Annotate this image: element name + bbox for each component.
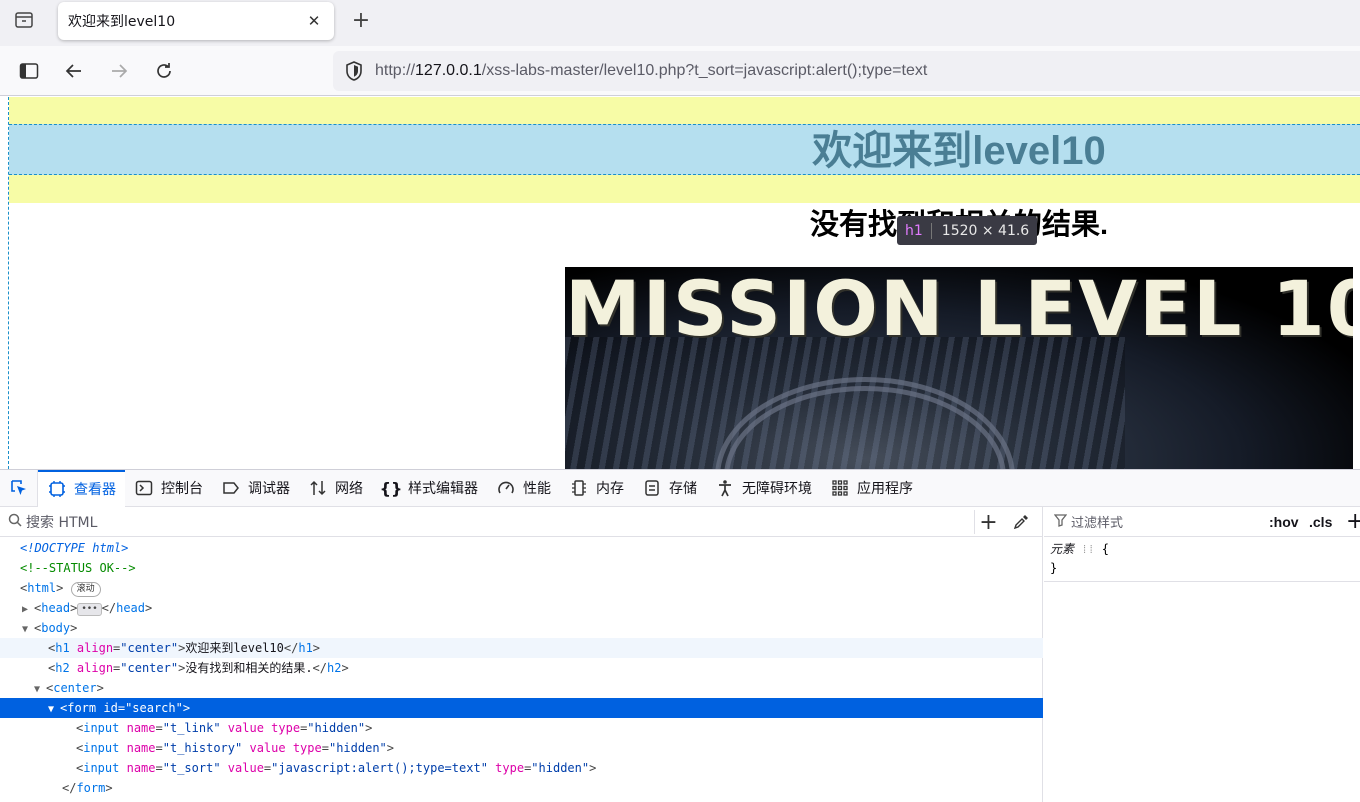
- comment-node[interactable]: <!--STATUS OK-->: [0, 558, 1043, 578]
- markup-view: 搜索 HTML + <!DOCTYPE html> <!--STATUS OK-…: [0, 507, 1043, 802]
- storage-icon: [642, 478, 662, 498]
- tab-console[interactable]: 控制台: [125, 470, 212, 507]
- tab-debugger[interactable]: 调试器: [212, 470, 299, 507]
- tab-label: 性能: [523, 481, 551, 497]
- tab-performance[interactable]: 性能: [487, 470, 560, 507]
- collapse-arrow-icon[interactable]: ▼: [48, 700, 60, 720]
- back-arrow-icon[interactable]: [59, 56, 89, 86]
- html-search-input[interactable]: 搜索 HTML: [26, 512, 97, 532]
- tab-application[interactable]: 应用程序: [821, 470, 922, 507]
- search-icon: [8, 512, 22, 531]
- grid-icon: ⁞⁞: [1081, 543, 1095, 556]
- html-node[interactable]: <html> 滚动: [0, 578, 1043, 598]
- add-node-button[interactable]: +: [974, 510, 998, 535]
- rule-close-brace: }: [1050, 561, 1058, 575]
- page-heading: 欢迎来到level10: [812, 129, 1106, 173]
- tab-memory[interactable]: 内存: [560, 470, 633, 507]
- tab-label: 无障碍环境: [742, 481, 812, 497]
- tab-label: 控制台: [161, 481, 203, 497]
- network-icon: [308, 478, 328, 498]
- h1-node[interactable]: <h1 align="center">欢迎来到level10</h1>: [0, 638, 1043, 658]
- body-node[interactable]: ▼ <body>: [0, 618, 1043, 638]
- sidebar-toggle-icon[interactable]: [14, 56, 44, 86]
- form-node[interactable]: ▼ <form id="search">: [0, 698, 1043, 718]
- tab-strip: 欢迎来到level10 ✕ +: [0, 0, 1360, 46]
- expand-arrow-icon[interactable]: ▶: [22, 600, 34, 620]
- input-node-t-link[interactable]: <input name="t_link" value type="hidden"…: [0, 718, 1043, 738]
- add-rule-button[interactable]: +: [1346, 509, 1360, 534]
- inspector-icon: [47, 479, 67, 499]
- devtools-panel: 查看器 控制台 调试器 网络 {} 样式编辑器 性能 内存 存储 无障碍环境 应…: [0, 469, 1360, 802]
- tab-title: 欢迎来到level10: [68, 14, 176, 30]
- infobar-tag: h1: [905, 222, 932, 239]
- accessibility-icon: [715, 478, 735, 498]
- element-style-rule[interactable]: 元素 ⁞⁞ { }: [1044, 537, 1360, 582]
- performance-icon: [496, 478, 516, 498]
- navigation-toolbar: http://127.0.0.1/xss-labs-master/level10…: [0, 46, 1360, 96]
- tab-list-icon[interactable]: [8, 6, 40, 34]
- tab-label: 调试器: [248, 481, 290, 497]
- devtools-toolbar: 查看器 控制台 调试器 网络 {} 样式编辑器 性能 内存 存储 无障碍环境 应…: [0, 469, 1360, 507]
- html-search-bar[interactable]: 搜索 HTML +: [0, 507, 1042, 537]
- hov-toggle-button[interactable]: :hov: [1269, 514, 1299, 530]
- scroll-badge[interactable]: 滚动: [70, 582, 101, 597]
- tab-accessibility[interactable]: 无障碍环境: [706, 470, 821, 507]
- close-tab-icon[interactable]: ✕: [304, 11, 324, 31]
- input-node-t-sort[interactable]: <input name="t_sort" value="javascript:a…: [0, 758, 1043, 778]
- url-text: http://127.0.0.1/xss-labs-master/level10…: [375, 62, 928, 79]
- html-tree: <!DOCTYPE html> <!--STATUS OK--> <html> …: [0, 538, 1043, 798]
- collapsed-dots[interactable]: •••: [77, 603, 102, 616]
- infobar-dimensions: 1520 × 41.6: [941, 222, 1030, 239]
- center-node[interactable]: ▼ <center>: [0, 678, 1043, 698]
- rules-sidebar: 过滤样式 :hov .cls + 元素 ⁞⁞ { }: [1044, 507, 1360, 802]
- filter-styles-input[interactable]: 过滤样式: [1071, 512, 1123, 531]
- tab-label: 样式编辑器: [408, 481, 478, 497]
- page-viewport: 欢迎来到level10 没有找到和相关的结果. h1 1520 × 41.6 M…: [0, 97, 1360, 469]
- address-bar[interactable]: http://127.0.0.1/xss-labs-master/level10…: [333, 51, 1360, 91]
- new-tab-button[interactable]: +: [348, 7, 374, 33]
- memory-icon: [569, 478, 589, 498]
- cls-toggle-button[interactable]: .cls: [1309, 514, 1332, 530]
- tab-network[interactable]: 网络: [299, 470, 372, 507]
- style-editor-icon: {}: [379, 478, 403, 498]
- eyedropper-icon[interactable]: [1010, 511, 1032, 533]
- highlighter-infobar: h1 1520 × 41.6: [897, 216, 1038, 245]
- tab-label: 存储: [669, 481, 697, 497]
- filter-styles-bar[interactable]: 过滤样式 :hov .cls +: [1044, 507, 1360, 537]
- mission-banner-image: MISSION LEVEL 10: [565, 267, 1353, 469]
- console-icon: [134, 478, 154, 498]
- collapse-arrow-icon[interactable]: ▼: [22, 620, 34, 640]
- collapse-arrow-icon[interactable]: ▼: [34, 680, 46, 700]
- banner-title: MISSION LEVEL 10: [565, 267, 1353, 353]
- reload-icon[interactable]: [149, 56, 179, 86]
- page-subheading: 没有找到和相关的结果.: [0, 205, 1360, 245]
- tab-label: 应用程序: [857, 481, 913, 497]
- tab-inspector[interactable]: 查看器: [38, 469, 125, 507]
- tab-label: 内存: [596, 481, 624, 497]
- tab-storage[interactable]: 存储: [633, 470, 706, 507]
- active-tab[interactable]: 欢迎来到level10 ✕: [58, 2, 334, 40]
- input-node-t-history[interactable]: <input name="t_history" value type="hidd…: [0, 738, 1043, 758]
- doctype-node[interactable]: <!DOCTYPE html>: [0, 538, 1043, 558]
- rule-selector: 元素: [1050, 542, 1075, 556]
- element-picker-icon[interactable]: [0, 469, 38, 507]
- forward-arrow-icon[interactable]: [104, 56, 134, 86]
- filter-icon: [1053, 512, 1068, 531]
- debugger-icon: [221, 478, 241, 498]
- form-close-node[interactable]: </form>: [0, 778, 1043, 798]
- application-icon: [830, 478, 850, 498]
- shield-icon[interactable]: [333, 60, 375, 82]
- tab-label: 查看器: [74, 482, 116, 498]
- rule-open-brace: {: [1101, 542, 1109, 556]
- tab-label: 网络: [335, 481, 363, 497]
- tab-style-editor[interactable]: {} 样式编辑器: [372, 470, 487, 507]
- h1-content-highlight: 欢迎来到level10: [9, 124, 1360, 175]
- h2-node[interactable]: <h2 align="center">没有找到和相关的结果.</h2>: [0, 658, 1043, 678]
- guide-line: [8, 97, 9, 469]
- head-node[interactable]: ▶ <head> ••• </head>: [0, 598, 1043, 618]
